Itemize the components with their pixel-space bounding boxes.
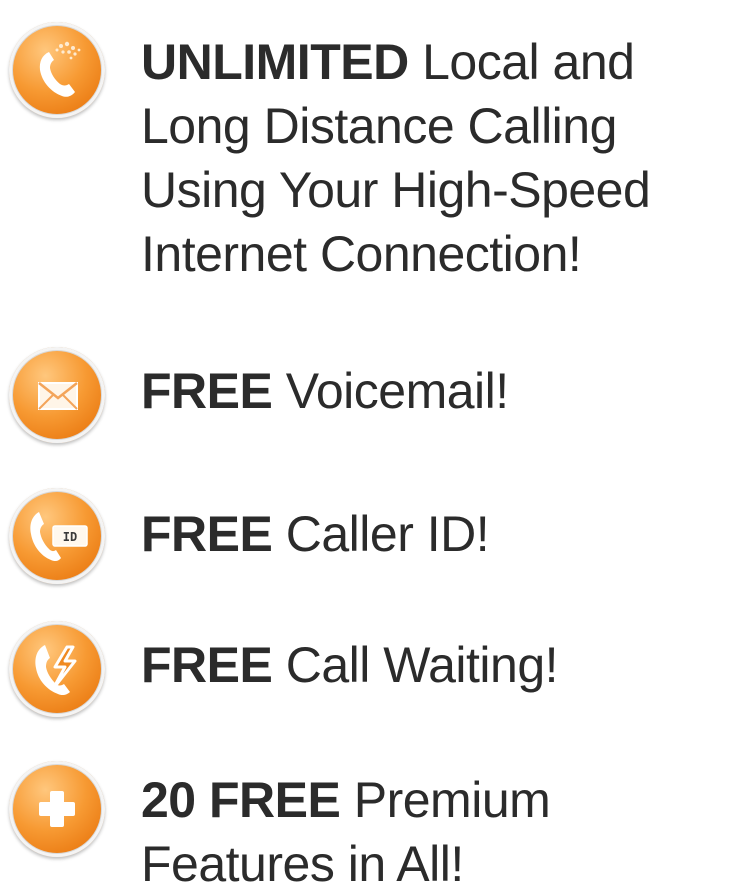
id-badge-text: ID bbox=[63, 530, 77, 544]
feature-line-4: Internet Connection! bbox=[141, 226, 582, 282]
feature-line-1: Local and bbox=[408, 34, 635, 90]
feature-bold-label: FREE bbox=[141, 637, 273, 693]
feature-text: FREE Caller ID! bbox=[141, 502, 741, 566]
feature-line-2: Features in All! bbox=[141, 836, 464, 892]
call-waiting-icon bbox=[9, 621, 105, 717]
feature-line-2: Long Distance Calling bbox=[141, 98, 617, 154]
feature-line-1: Call Waiting! bbox=[272, 637, 559, 693]
feature-bold-label: FREE bbox=[141, 363, 273, 419]
phone-icon bbox=[9, 22, 105, 118]
feature-line-3: Using Your High-Speed bbox=[141, 162, 651, 218]
feature-bold-label: 20 FREE bbox=[141, 772, 341, 828]
feature-bold-label: FREE bbox=[141, 506, 273, 562]
envelope-icon bbox=[9, 347, 105, 443]
feature-text: 20 FREE Premium Features in All! bbox=[141, 768, 741, 896]
feature-text: FREE Call Waiting! bbox=[141, 633, 741, 697]
feature-line-1: Caller ID! bbox=[272, 506, 490, 562]
feature-line-1: Premium bbox=[340, 772, 551, 828]
plus-icon bbox=[9, 761, 105, 857]
feature-line-1: Voicemail! bbox=[272, 363, 509, 419]
caller-id-icon: ID bbox=[9, 488, 105, 584]
feature-bold-label: UNLIMITED bbox=[141, 34, 409, 90]
feature-text: FREE Voicemail! bbox=[141, 359, 741, 423]
feature-text: UNLIMITED Local and Long Distance Calling… bbox=[141, 30, 741, 286]
